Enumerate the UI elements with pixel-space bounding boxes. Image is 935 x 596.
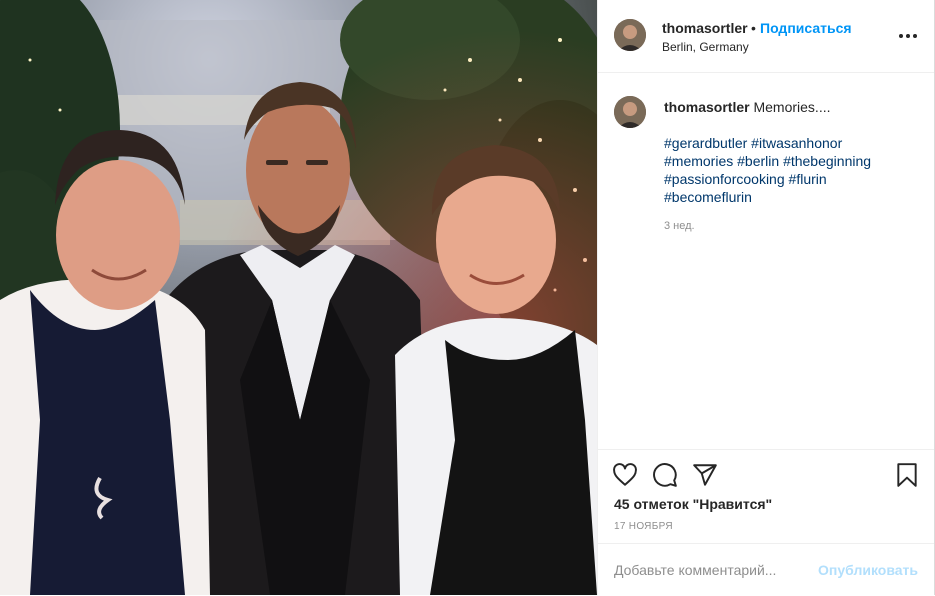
hashtag-link[interactable]: #flurin <box>789 171 827 187</box>
hashtag-link[interactable]: #berlin <box>737 153 779 169</box>
post-photo[interactable] <box>0 0 597 595</box>
likes-count[interactable]: 45 отметок "Нравится" <box>614 496 772 512</box>
comment-input[interactable] <box>614 544 814 596</box>
publish-button[interactable]: Опубликовать <box>818 562 918 578</box>
follow-button[interactable]: Подписаться <box>760 20 852 36</box>
location-link[interactable]: Berlin, Germany <box>662 40 749 54</box>
caption-text: thomasortler Memories.... <box>664 98 914 116</box>
avatar[interactable] <box>614 19 646 51</box>
hashtag-link[interactable]: #memories <box>664 153 733 169</box>
hashtag-list: #gerardbutler #itwasanhonor #memories #b… <box>664 134 914 206</box>
more-horizontal-icon[interactable] <box>898 26 918 46</box>
post-side-panel: thomasortler • Подписаться Berlin, Germa… <box>597 0 935 596</box>
post-header: thomasortler • Подписаться Berlin, Germa… <box>598 0 934 73</box>
header-username[interactable]: thomasortler <box>662 20 748 36</box>
hashtag-link[interactable]: #thebeginning <box>783 153 871 169</box>
hashtag-link[interactable]: #gerardbutler <box>664 135 747 151</box>
header-separator-dot: • <box>751 20 756 36</box>
bookmark-icon[interactable] <box>894 462 920 488</box>
action-bar <box>598 449 934 498</box>
hashtag-link[interactable]: #becomeflurin <box>664 189 752 205</box>
hashtag-link[interactable]: #itwasanhonor <box>751 135 842 151</box>
caption-block: thomasortler Memories.... #gerardbutler … <box>598 72 934 448</box>
avatar[interactable] <box>614 96 646 128</box>
heart-icon[interactable] <box>612 462 638 488</box>
caption-username[interactable]: thomasortler <box>664 99 750 115</box>
hashtag-link[interactable]: #passionforcooking <box>664 171 785 187</box>
caption-body: Memories.... <box>753 99 831 115</box>
comment-icon[interactable] <box>652 462 678 488</box>
post-date[interactable]: 17 НОЯБРЯ <box>614 521 673 532</box>
comment-bar: Опубликовать <box>598 543 934 596</box>
post-photo-image <box>0 0 597 595</box>
caption-timestamp[interactable]: 3 нед. <box>664 220 695 232</box>
share-icon[interactable] <box>692 462 718 488</box>
